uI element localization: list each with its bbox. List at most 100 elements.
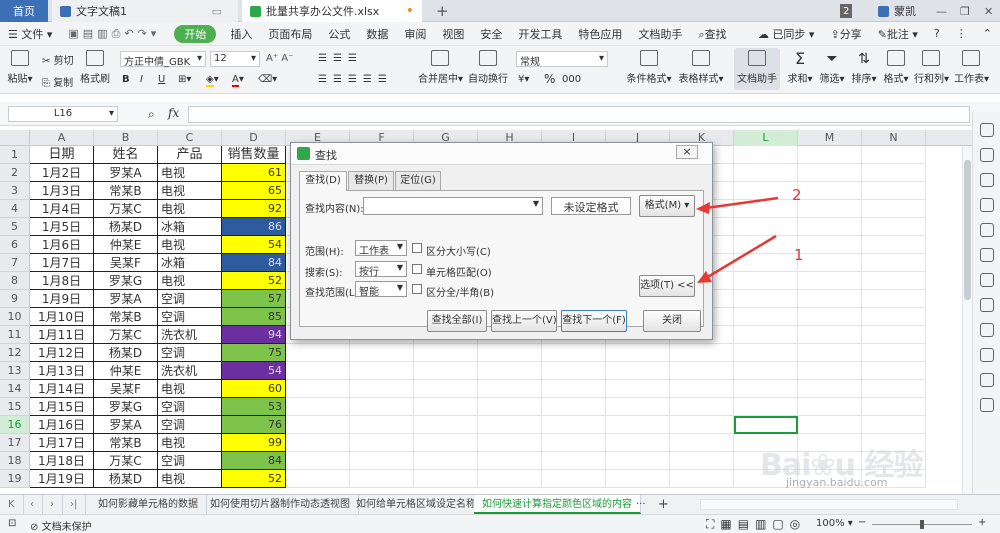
cell[interactable]: 1月4日 bbox=[30, 200, 94, 218]
tab-document[interactable]: 文字文稿1 ▭ bbox=[52, 0, 238, 22]
column-header-m[interactable]: M bbox=[798, 130, 862, 146]
cell[interactable] bbox=[542, 380, 606, 398]
cell[interactable] bbox=[542, 398, 606, 416]
cell[interactable]: 85 bbox=[222, 308, 286, 326]
format-button[interactable]: 格式(M) ▾ bbox=[639, 195, 695, 217]
cell[interactable]: 1月3日 bbox=[30, 182, 94, 200]
cell[interactable] bbox=[414, 470, 478, 488]
row-header[interactable]: 1 bbox=[0, 146, 30, 164]
cell[interactable]: 92 bbox=[222, 200, 286, 218]
sync-status[interactable]: ☁ 已同步 ▾ bbox=[750, 26, 823, 42]
cell[interactable] bbox=[606, 362, 670, 380]
add-sheet-button[interactable]: + bbox=[650, 495, 677, 514]
cell[interactable]: 日期 bbox=[30, 146, 94, 164]
cell[interactable] bbox=[798, 236, 862, 254]
cell[interactable]: 1月10日 bbox=[30, 308, 94, 326]
cell[interactable]: 罗某G bbox=[94, 398, 158, 416]
cell[interactable]: 1月9日 bbox=[30, 290, 94, 308]
selected-cell[interactable] bbox=[734, 416, 798, 434]
cell[interactable]: 1月7日 bbox=[30, 254, 94, 272]
cell[interactable] bbox=[862, 272, 926, 290]
cell[interactable]: 万某C bbox=[94, 452, 158, 470]
match-case-checkbox[interactable] bbox=[412, 243, 422, 253]
cell[interactable] bbox=[798, 272, 862, 290]
formula-input[interactable] bbox=[188, 106, 970, 123]
find-next-button[interactable]: 查找下一个(F) bbox=[561, 310, 627, 332]
quick-access-toolbar[interactable]: ▣▤▥⎙↶↷▾ bbox=[60, 27, 168, 41]
row-header[interactable]: 16 bbox=[0, 416, 30, 434]
cell[interactable] bbox=[286, 434, 350, 452]
comment-button[interactable]: ✎批注 ▾ bbox=[870, 26, 926, 42]
cell[interactable] bbox=[414, 452, 478, 470]
cell[interactable]: 61 bbox=[222, 164, 286, 182]
cell[interactable] bbox=[606, 452, 670, 470]
cell[interactable]: 1月17日 bbox=[30, 434, 94, 452]
cell[interactable] bbox=[350, 416, 414, 434]
font-color-icon[interactable]: A▾ bbox=[232, 74, 244, 87]
vertical-align-icons[interactable]: ☰☰☰ bbox=[318, 53, 363, 64]
shape-icon[interactable] bbox=[979, 173, 994, 187]
row-header[interactable]: 4 bbox=[0, 200, 30, 218]
cell[interactable]: 吴某F bbox=[94, 380, 158, 398]
share-panel-icon[interactable] bbox=[979, 373, 994, 387]
row-header[interactable]: 7 bbox=[0, 254, 30, 272]
cell[interactable] bbox=[478, 344, 542, 362]
italic-button[interactable]: I bbox=[140, 74, 143, 85]
cell[interactable] bbox=[350, 434, 414, 452]
cell[interactable] bbox=[670, 344, 734, 362]
border-icon[interactable]: ⊞▾ bbox=[178, 74, 191, 85]
paste-button[interactable]: 粘贴▾ bbox=[6, 50, 34, 85]
cell[interactable] bbox=[862, 344, 926, 362]
menu-item[interactable]: 数据 bbox=[358, 26, 396, 42]
cell[interactable] bbox=[606, 434, 670, 452]
cell[interactable] bbox=[350, 398, 414, 416]
sheet-nav-prev[interactable]: ‹ bbox=[22, 495, 43, 514]
cell[interactable] bbox=[798, 254, 862, 272]
cell[interactable] bbox=[734, 362, 798, 380]
cell[interactable] bbox=[350, 344, 414, 362]
cell[interactable] bbox=[862, 146, 926, 164]
close-window-button[interactable]: ✕ bbox=[976, 0, 1000, 22]
search-menu[interactable]: ⌕查找 bbox=[690, 26, 734, 42]
horizontal-scrollbar[interactable] bbox=[700, 499, 958, 510]
name-box[interactable]: L16 ▾ bbox=[8, 106, 118, 122]
zoom-slider[interactable] bbox=[872, 520, 972, 529]
cell[interactable] bbox=[350, 362, 414, 380]
fx-button[interactable]: fx bbox=[168, 106, 179, 120]
zoom-in-button[interactable]: + bbox=[978, 517, 986, 528]
cell[interactable] bbox=[670, 470, 734, 488]
cell[interactable] bbox=[798, 344, 862, 362]
underline-button[interactable]: U bbox=[158, 74, 165, 85]
menu-item[interactable]: 视图 bbox=[434, 26, 472, 42]
cell[interactable] bbox=[478, 380, 542, 398]
tools-icon[interactable] bbox=[979, 298, 994, 312]
cell[interactable] bbox=[798, 182, 862, 200]
cell[interactable] bbox=[734, 290, 798, 308]
cell[interactable]: 电视 bbox=[158, 200, 222, 218]
cell[interactable] bbox=[862, 218, 926, 236]
cell[interactable]: 吴某F bbox=[94, 254, 158, 272]
row-header[interactable]: 17 bbox=[0, 434, 30, 452]
cell[interactable] bbox=[350, 380, 414, 398]
cell[interactable]: 电视 bbox=[158, 236, 222, 254]
cell[interactable] bbox=[734, 308, 798, 326]
row-col-button[interactable]: 行和列▾ bbox=[914, 50, 949, 85]
cell[interactable] bbox=[414, 398, 478, 416]
cell[interactable] bbox=[798, 290, 862, 308]
cell[interactable] bbox=[862, 236, 926, 254]
menu-item[interactable]: 安全 bbox=[472, 26, 510, 42]
column-header-l[interactable]: L bbox=[734, 130, 798, 146]
cell[interactable]: 76 bbox=[222, 416, 286, 434]
cell[interactable]: 1月18日 bbox=[30, 452, 94, 470]
cell[interactable]: 杨某D bbox=[94, 218, 158, 236]
collapse-ribbon-icon[interactable]: ⌃ bbox=[975, 27, 1000, 40]
menu-item[interactable]: 插入 bbox=[222, 26, 260, 42]
style-icon[interactable] bbox=[979, 148, 994, 162]
cell[interactable] bbox=[478, 416, 542, 434]
cell[interactable]: 电视 bbox=[158, 182, 222, 200]
cell[interactable] bbox=[798, 164, 862, 182]
cell[interactable] bbox=[670, 434, 734, 452]
row-header[interactable]: 11 bbox=[0, 326, 30, 344]
cell[interactable]: 冰箱 bbox=[158, 254, 222, 272]
cell[interactable] bbox=[606, 470, 670, 488]
